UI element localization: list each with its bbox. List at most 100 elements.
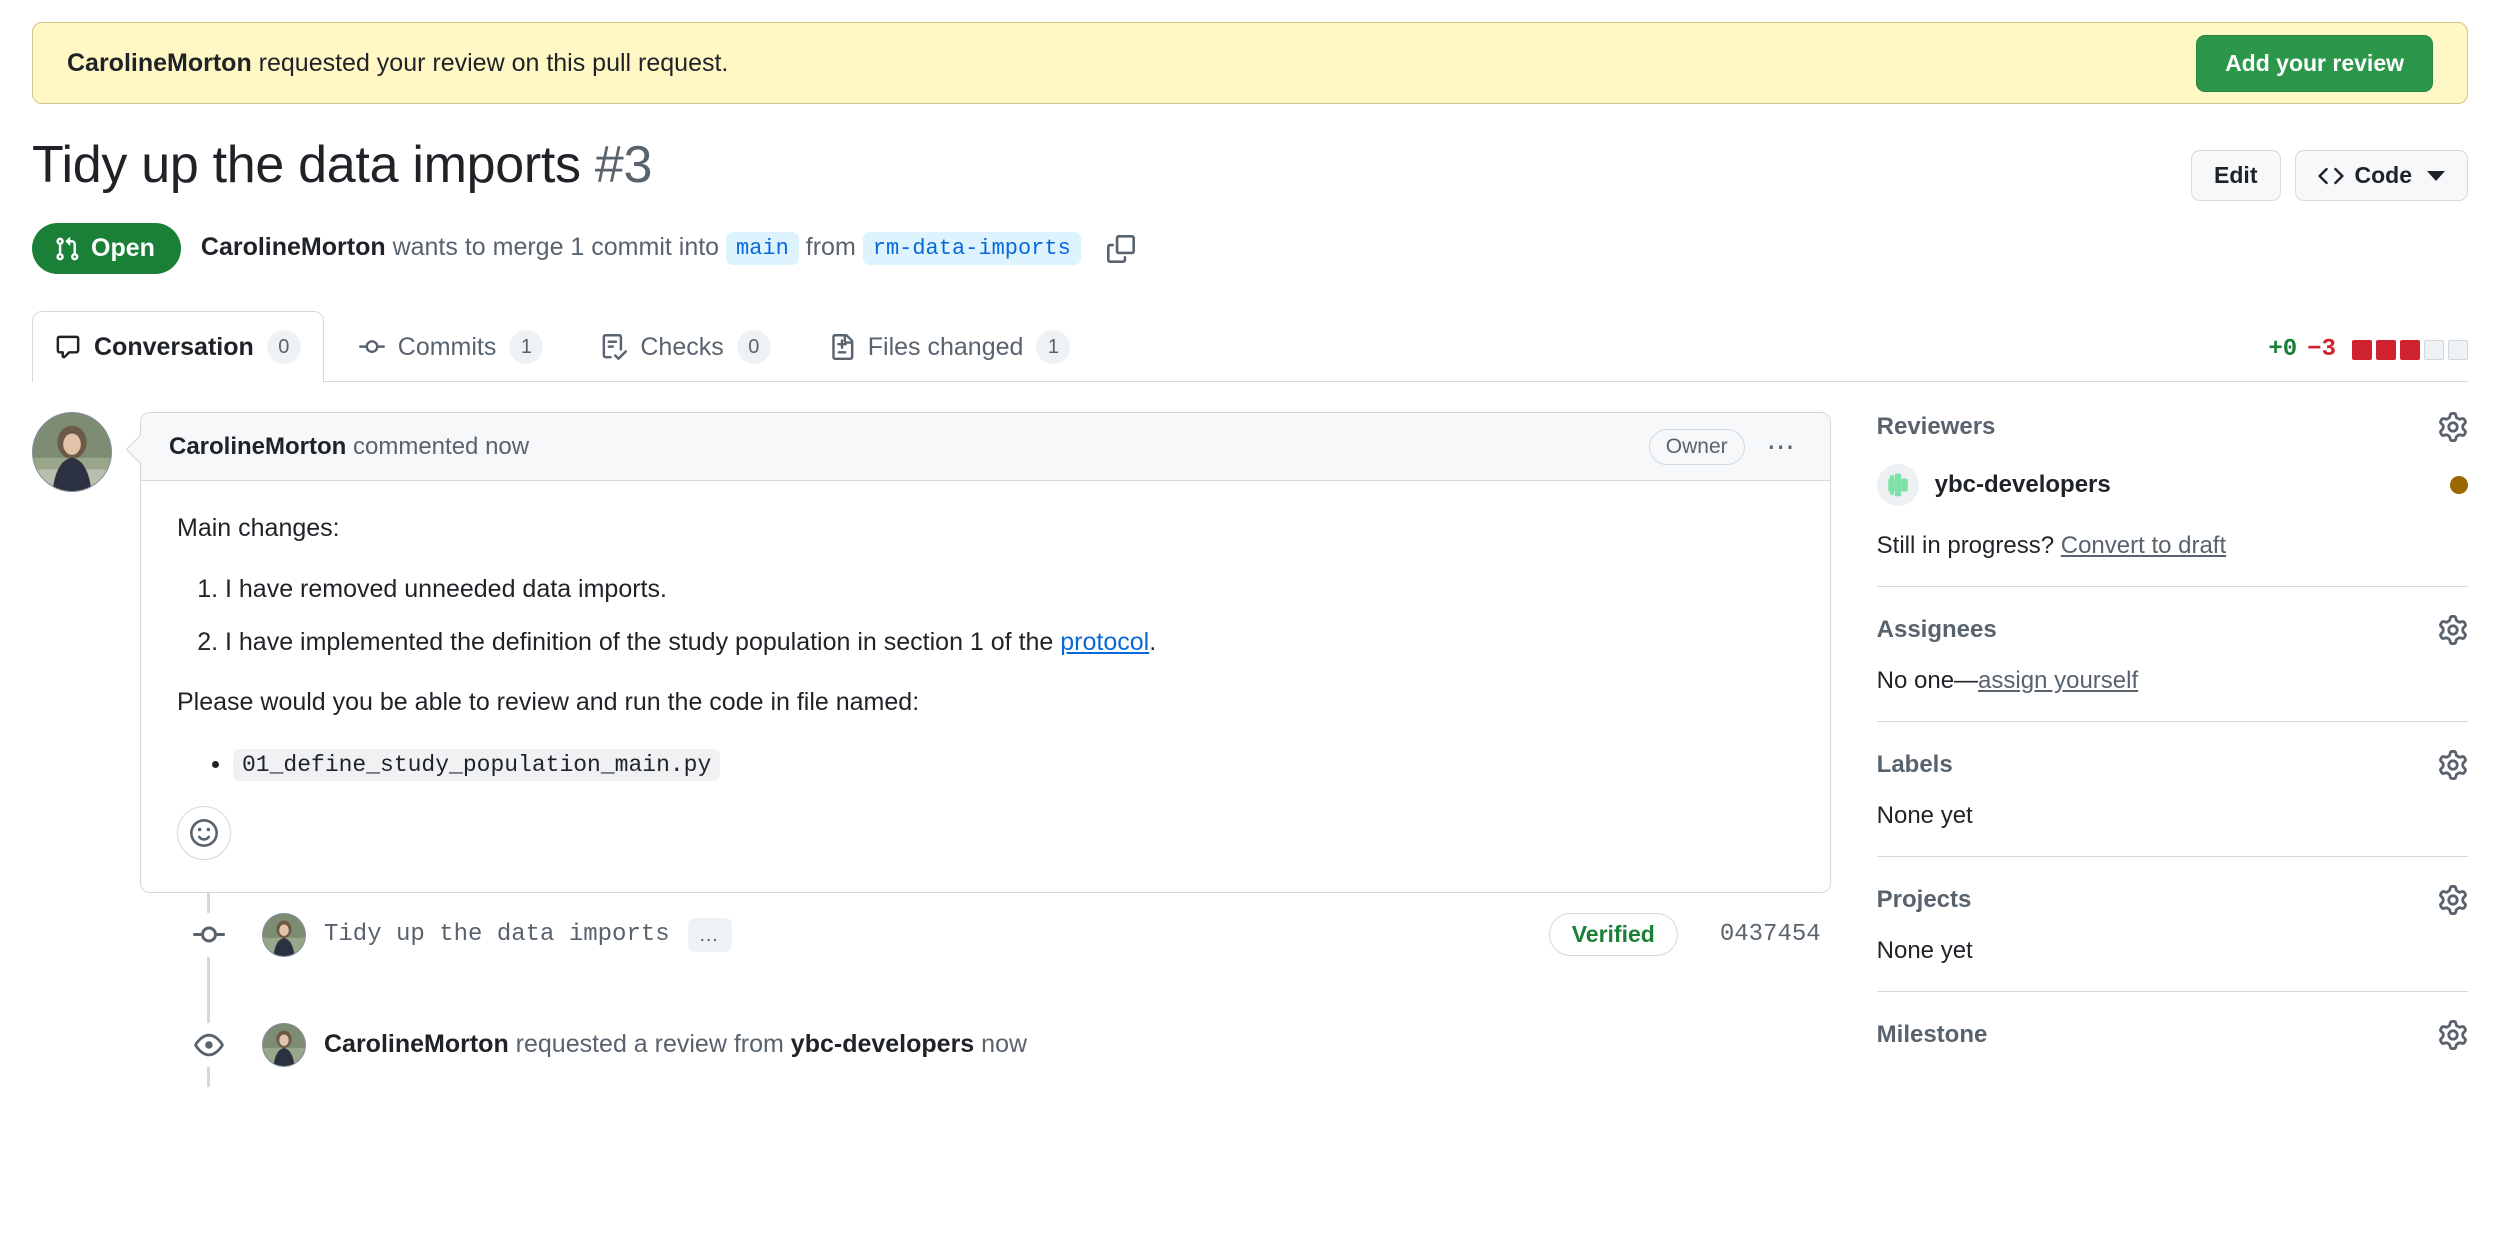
- merge-description: CarolineMorton wants to merge 1 commit i…: [201, 232, 1081, 265]
- assignees-header: Assignees: [1877, 615, 2468, 645]
- diffstat-additions: +0: [2268, 336, 2298, 363]
- comment-author-name: CarolineMorton: [169, 432, 347, 460]
- commit-meta: Verified 0437454: [1548, 913, 1831, 957]
- review-request-banner: CarolineMorton requested your review on …: [32, 22, 2468, 104]
- sidebar-section-reviewers: Reviewers ybc-developers Still in progre…: [1876, 412, 2468, 587]
- team-avatar: [1876, 464, 1919, 506]
- add-your-review-button[interactable]: Add your review: [2196, 34, 2433, 92]
- copy-branch-button[interactable]: [1101, 229, 1141, 269]
- pr-title-text: Tidy up the data imports: [32, 136, 581, 194]
- page-content: CarolineMorton commented now Owner ⋯ Mai…: [32, 412, 2468, 1126]
- milestone-title: Milestone: [1876, 1021, 1988, 1048]
- tab-commits[interactable]: Commits 1: [336, 311, 567, 382]
- tab-files-changed[interactable]: Files changed 1: [806, 311, 1094, 382]
- reviewer-name: ybc-developers: [1934, 471, 2111, 498]
- gear-icon[interactable]: [2438, 750, 2468, 780]
- edit-button[interactable]: Edit: [2191, 150, 2281, 201]
- verified-badge[interactable]: Verified: [1548, 913, 1678, 957]
- commit-message[interactable]: Tidy up the data imports: [324, 921, 670, 948]
- reviewers-header: Reviewers: [1877, 412, 2468, 442]
- tab-commits-label: Commits: [397, 332, 497, 361]
- review-pending-icon: [2450, 476, 2468, 494]
- event-timestamp: now: [981, 1030, 1028, 1059]
- banner-actor-name: CarolineMorton: [67, 48, 252, 77]
- reviewer-item[interactable]: ybc-developers: [1876, 464, 2468, 506]
- comment-block: CarolineMorton commented now Owner ⋯ Mai…: [32, 412, 1831, 893]
- gear-icon[interactable]: [2438, 412, 2468, 442]
- event-actor[interactable]: CarolineMorton: [324, 1030, 509, 1058]
- pr-author-name: CarolineMorton: [200, 233, 386, 262]
- sidebar-section-assignees: Assignees No one—assign yourself: [1876, 615, 2468, 722]
- commit-sha[interactable]: 0437454: [1720, 921, 1821, 948]
- convert-to-draft-row: Still in progress? Convert to draft: [1877, 532, 2468, 560]
- diffstat-block: [2448, 339, 2468, 360]
- code-button[interactable]: Code: [2294, 150, 2468, 201]
- tab-conversation[interactable]: Conversation 0: [32, 311, 324, 382]
- event-target[interactable]: ybc-developers: [791, 1030, 974, 1058]
- tab-checks-count: 0: [736, 330, 771, 364]
- diffstat-blocks: [2352, 339, 2468, 360]
- file-diff-icon: [829, 334, 855, 360]
- comment-header: CarolineMorton commented now Owner ⋯: [141, 413, 1830, 481]
- kebab-menu-icon[interactable]: ⋯: [1763, 432, 1802, 461]
- code-button-label: Code: [2354, 162, 2413, 188]
- no-one-text: No one—: [1876, 667, 1979, 694]
- gear-icon[interactable]: [2438, 615, 2468, 645]
- projects-title: Projects: [1876, 886, 1972, 913]
- sidebar-section-labels: Labels None yet: [1876, 750, 2468, 857]
- projects-header: Projects: [1877, 885, 2468, 915]
- tab-checks[interactable]: Checks 0: [578, 311, 793, 382]
- assignees-title: Assignees: [1876, 616, 1997, 643]
- comment-timestamp: now: [485, 432, 530, 460]
- conversation-column: CarolineMorton commented now Owner ⋯ Mai…: [32, 412, 1831, 1126]
- milestone-header: Milestone: [1877, 1020, 2468, 1050]
- tab-commits-count: 1: [509, 330, 544, 364]
- review-request-message: CarolineMorton requested your review on …: [67, 48, 729, 77]
- convert-to-draft-link[interactable]: Convert to draft: [2061, 532, 2226, 559]
- comment-card: CarolineMorton commented now Owner ⋯ Mai…: [140, 412, 1831, 893]
- gear-icon[interactable]: [2438, 1020, 2468, 1050]
- protocol-link[interactable]: protocol: [1060, 628, 1149, 656]
- avatar[interactable]: [262, 1022, 306, 1067]
- comment-icon: [55, 334, 81, 360]
- event-action: requested a review from: [508, 1030, 791, 1059]
- git-commit-icon: [187, 912, 231, 957]
- diffstat: +0 −3: [2268, 336, 2468, 381]
- avatar[interactable]: [262, 912, 306, 957]
- avatar[interactable]: [32, 412, 112, 492]
- list-item: 01_define_study_population_main.py: [233, 744, 1794, 784]
- assign-yourself-link[interactable]: assign yourself: [1978, 667, 2138, 694]
- gear-icon[interactable]: [2438, 885, 2468, 915]
- tab-checks-label: Checks: [640, 332, 724, 361]
- list-item: I have removed unneeded data imports.: [225, 570, 1794, 609]
- commit-content: Tidy up the data imports … Verified 0437…: [262, 912, 1831, 957]
- pr-tab-bar: Conversation 0 Commits 1 Checks 0 Files …: [32, 310, 2468, 382]
- tab-files-changed-count: 1: [1036, 330, 1071, 364]
- copy-icon: [1106, 234, 1135, 263]
- base-branch-chip[interactable]: main: [726, 232, 799, 265]
- review-request-text: CarolineMorton requested a review from y…: [324, 1030, 1027, 1059]
- list-item-suffix: .: [1149, 627, 1157, 656]
- status-badge-label: Open: [91, 234, 155, 262]
- comment-header-actions: Owner ⋯: [1648, 428, 1802, 465]
- commit-expand-button[interactable]: …: [687, 917, 732, 952]
- title-row: Tidy up the data imports #3 Edit Code: [32, 136, 2468, 201]
- smiley-face-icon: [190, 818, 218, 847]
- role-badge: Owner: [1648, 428, 1745, 465]
- diffstat-block: [2376, 339, 2396, 360]
- diffstat-deletions: −3: [2307, 336, 2336, 363]
- pull-request-page: CarolineMorton requested your review on …: [0, 22, 2500, 1260]
- review-request-content: CarolineMorton requested a review from y…: [262, 1022, 1831, 1067]
- head-branch-chip[interactable]: rm-data-imports: [862, 232, 1081, 265]
- banner-message-text: requested your review on this pull reque…: [251, 48, 729, 77]
- tabs: Conversation 0 Commits 1 Checks 0 Files …: [32, 310, 1094, 382]
- labels-header: Labels: [1877, 750, 2468, 780]
- title-actions: Edit Code: [2191, 136, 2468, 201]
- pull-request-icon: [54, 236, 80, 262]
- reviewers-title: Reviewers: [1876, 413, 1996, 440]
- timeline: Tidy up the data imports … Verified 0437…: [32, 892, 1831, 1087]
- pr-sidebar: Reviewers ybc-developers Still in progre…: [1876, 412, 2468, 1126]
- comment-request-text: Please would you be able to review and r…: [177, 688, 920, 717]
- code-brackets-icon: [2317, 163, 2344, 189]
- add-reaction-button[interactable]: [177, 805, 231, 860]
